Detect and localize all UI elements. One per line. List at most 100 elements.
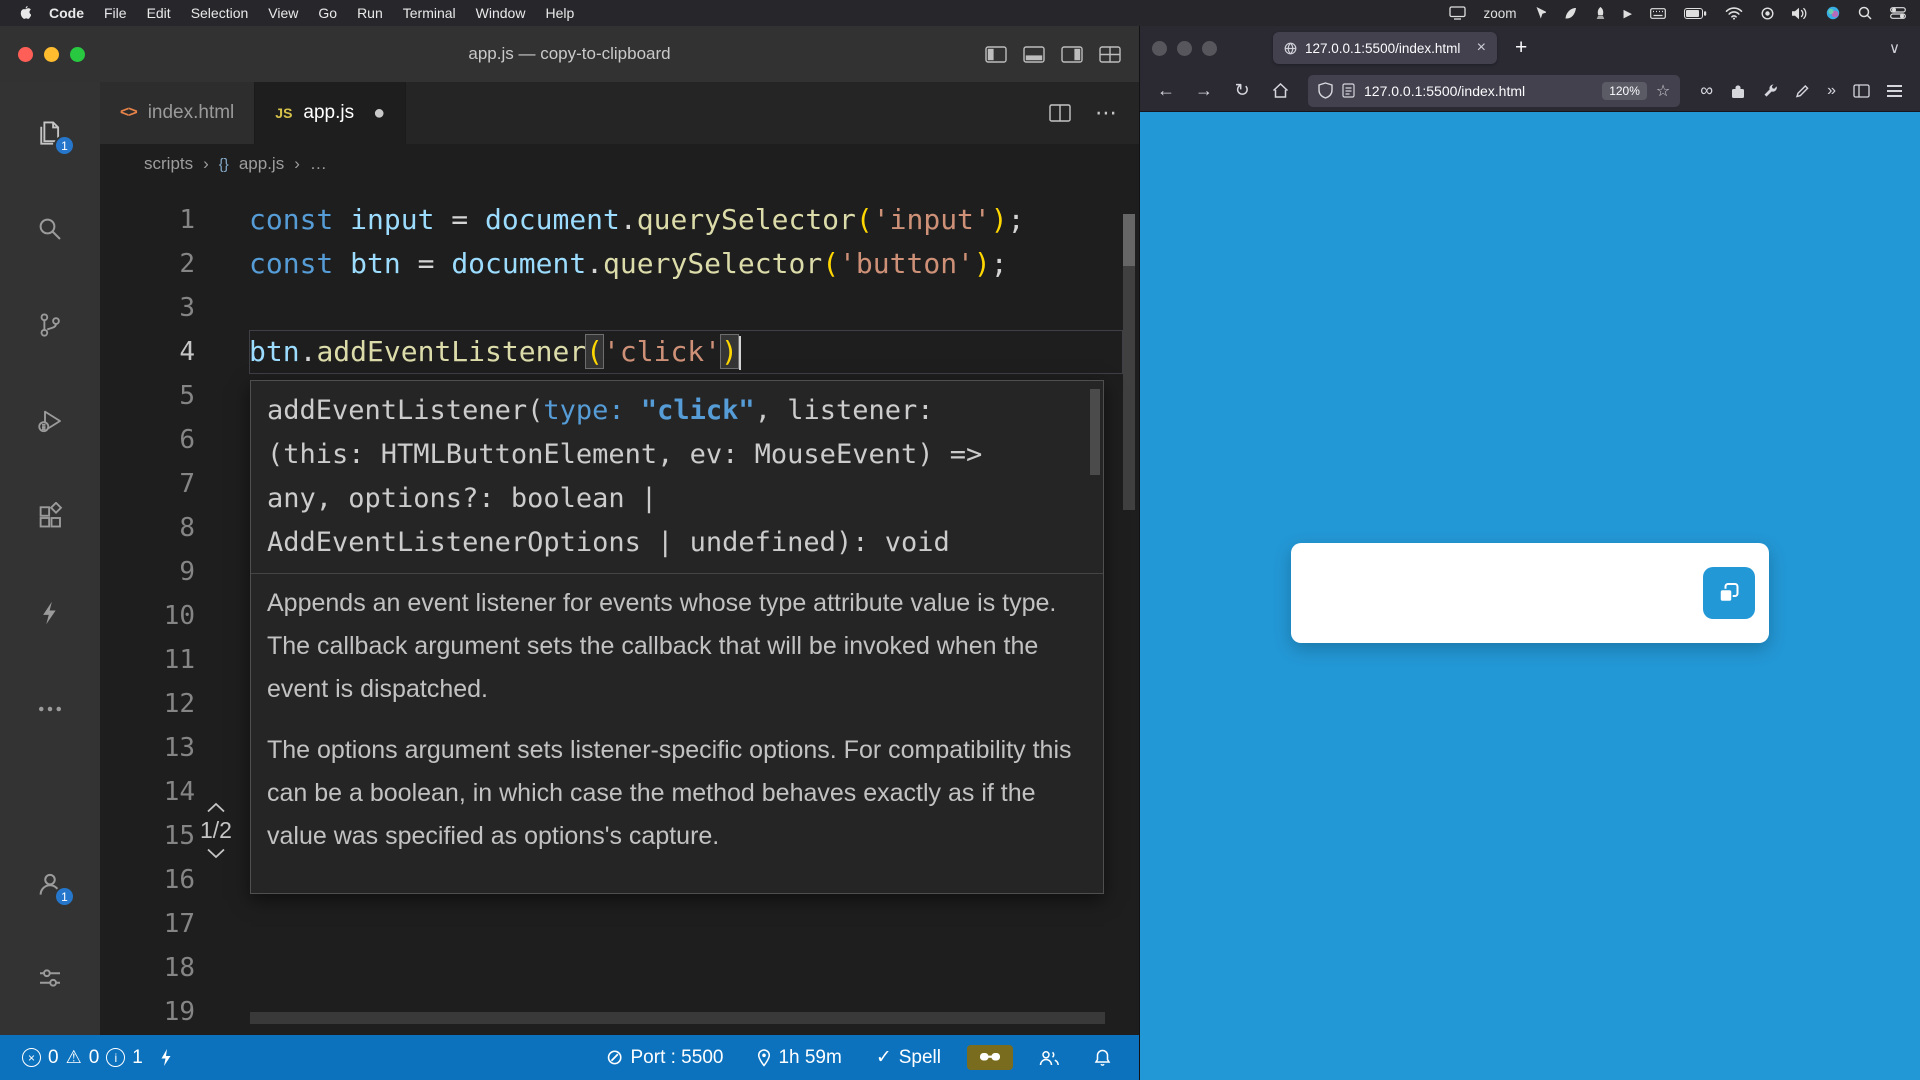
- line-number[interactable]: 18: [100, 946, 195, 990]
- menu-terminal[interactable]: Terminal: [393, 0, 466, 26]
- line-number[interactable]: 10: [100, 594, 195, 638]
- menu-file[interactable]: File: [94, 0, 137, 26]
- highlighter-icon[interactable]: [1795, 83, 1810, 98]
- toggle-secondary-sidebar-icon[interactable]: [1061, 46, 1083, 63]
- site-info-icon[interactable]: [1342, 83, 1355, 98]
- split-editor-icon[interactable]: [1049, 104, 1071, 122]
- source-control-icon[interactable]: [33, 308, 67, 342]
- pointer-icon[interactable]: [1535, 6, 1546, 20]
- line-number[interactable]: 16: [100, 858, 195, 902]
- home-button[interactable]: [1264, 76, 1296, 106]
- siri-icon[interactable]: [1826, 6, 1840, 20]
- toggle-sidebar-icon[interactable]: [985, 46, 1007, 63]
- menu-view[interactable]: View: [258, 0, 308, 26]
- search-sidebar-icon[interactable]: [33, 212, 67, 246]
- url-bar[interactable]: 127.0.0.1:5500/index.html 120% ☆: [1308, 75, 1680, 107]
- line-number[interactable]: 13: [100, 726, 195, 770]
- problems-indicator[interactable]: × 0 ⚠ 0 i 1: [14, 1047, 151, 1069]
- editor-more-actions-icon[interactable]: ⋯: [1095, 100, 1117, 126]
- keyboard-icon[interactable]: [1650, 8, 1666, 19]
- accounts-status-icon[interactable]: [1031, 1050, 1068, 1066]
- close-tab-icon[interactable]: ×: [1477, 39, 1486, 57]
- minimize-window-button[interactable]: [44, 47, 59, 62]
- vertical-scrollbar[interactable]: [1123, 266, 1135, 510]
- menu-hamburger-icon[interactable]: [1887, 85, 1902, 97]
- unsaved-changes-dot[interactable]: ●: [373, 102, 385, 125]
- menu-app-name[interactable]: Code: [39, 0, 94, 26]
- menu-help[interactable]: Help: [535, 0, 584, 26]
- zoom-window-button[interactable]: [70, 47, 85, 62]
- rocket-icon[interactable]: [1595, 6, 1606, 20]
- zoom-level-badge[interactable]: 120%: [1602, 82, 1647, 100]
- more-views-icon[interactable]: [33, 692, 67, 726]
- tab-app-js[interactable]: JS app.js ●: [255, 82, 406, 144]
- line-number[interactable]: 11: [100, 638, 195, 682]
- line-number[interactable]: 15: [100, 814, 195, 858]
- devtools-wrench-icon[interactable]: [1763, 83, 1778, 98]
- line-number[interactable]: 9: [100, 550, 195, 594]
- line-number[interactable]: 12: [100, 682, 195, 726]
- line-number[interactable]: 19: [100, 990, 195, 1034]
- notifications-bell-icon[interactable]: [1086, 1049, 1119, 1067]
- search-icon[interactable]: [1858, 6, 1872, 20]
- line-number[interactable]: 14: [100, 770, 195, 814]
- wifi-icon[interactable]: [1725, 7, 1743, 20]
- line-number[interactable]: 8: [100, 506, 195, 550]
- code-line[interactable]: 4btn.addEventListener('click'): [100, 330, 1139, 374]
- menu-window[interactable]: Window: [466, 0, 536, 26]
- record-icon[interactable]: [1761, 7, 1774, 20]
- time-tracker[interactable]: 1h 59m: [749, 1047, 849, 1069]
- horizontal-scrollbar[interactable]: [250, 1012, 1105, 1024]
- spell-checker[interactable]: ✓ Spell: [868, 1046, 949, 1069]
- settings-icon[interactable]: [33, 961, 67, 995]
- play-icon[interactable]: ▶: [1624, 7, 1632, 20]
- bookmark-star-icon[interactable]: ☆: [1656, 81, 1670, 101]
- code-line[interactable]: 17: [100, 902, 1139, 946]
- toggle-panel-icon[interactable]: [1023, 46, 1045, 63]
- line-number[interactable]: 3: [100, 286, 195, 330]
- menu-run[interactable]: Run: [347, 0, 393, 26]
- tracking-protection-shield-icon[interactable]: [1318, 82, 1333, 99]
- breadcrumb-file[interactable]: app.js: [239, 154, 284, 174]
- explorer-icon[interactable]: 1: [33, 116, 67, 150]
- extensions-puzzle-icon[interactable]: [1730, 83, 1746, 99]
- close-window-button[interactable]: [1152, 41, 1167, 56]
- code-line[interactable]: 3: [100, 286, 1139, 330]
- ublock-extension-icon[interactable]: ∞: [1700, 80, 1713, 101]
- thunder-status-icon[interactable]: [151, 1048, 180, 1067]
- thunder-client-icon[interactable]: [33, 596, 67, 630]
- code-line[interactable]: 1const input = document.querySelector('i…: [100, 198, 1139, 242]
- apple-icon[interactable]: [14, 5, 39, 21]
- minimize-window-button[interactable]: [1177, 41, 1192, 56]
- control-center-icon[interactable]: [1890, 7, 1906, 19]
- zoom-menu-item[interactable]: zoom: [1484, 6, 1517, 21]
- customize-layout-icon[interactable]: [1099, 46, 1121, 63]
- list-all-tabs-icon[interactable]: ∨: [1881, 39, 1908, 57]
- previous-overload-icon[interactable]: [206, 802, 226, 813]
- breadcrumb-symbol[interactable]: …: [310, 154, 327, 174]
- extensions-icon[interactable]: [33, 500, 67, 534]
- menu-edit[interactable]: Edit: [137, 0, 181, 26]
- feather-icon[interactable]: [1564, 7, 1577, 20]
- breadcrumb-folder[interactable]: scripts: [144, 154, 193, 174]
- new-tab-button[interactable]: +: [1507, 36, 1535, 60]
- code-line[interactable]: 18: [100, 946, 1139, 990]
- live-server-port[interactable]: ⊘ Port : 5500: [598, 1045, 732, 1070]
- menu-selection[interactable]: Selection: [181, 0, 259, 26]
- line-number[interactable]: 17: [100, 902, 195, 946]
- reload-button[interactable]: ↻: [1226, 76, 1258, 106]
- line-number[interactable]: 5: [100, 374, 195, 418]
- overflow-chevrons-icon[interactable]: »: [1827, 82, 1836, 100]
- accounts-icon[interactable]: 1: [33, 867, 67, 901]
- zoom-window-button[interactable]: [1202, 41, 1217, 56]
- copilot-status[interactable]: [967, 1045, 1013, 1070]
- screen-mirroring-icon[interactable]: [1449, 6, 1466, 20]
- close-window-button[interactable]: [18, 47, 33, 62]
- code-line[interactable]: 2const btn = document.querySelector('but…: [100, 242, 1139, 286]
- menu-go[interactable]: Go: [308, 0, 347, 26]
- tab-index-html[interactable]: <> index.html: [100, 82, 255, 144]
- forward-button[interactable]: →: [1188, 76, 1220, 106]
- url-text[interactable]: 127.0.0.1:5500/index.html: [1364, 83, 1593, 99]
- next-overload-icon[interactable]: [206, 848, 226, 859]
- line-number[interactable]: 1: [100, 198, 195, 242]
